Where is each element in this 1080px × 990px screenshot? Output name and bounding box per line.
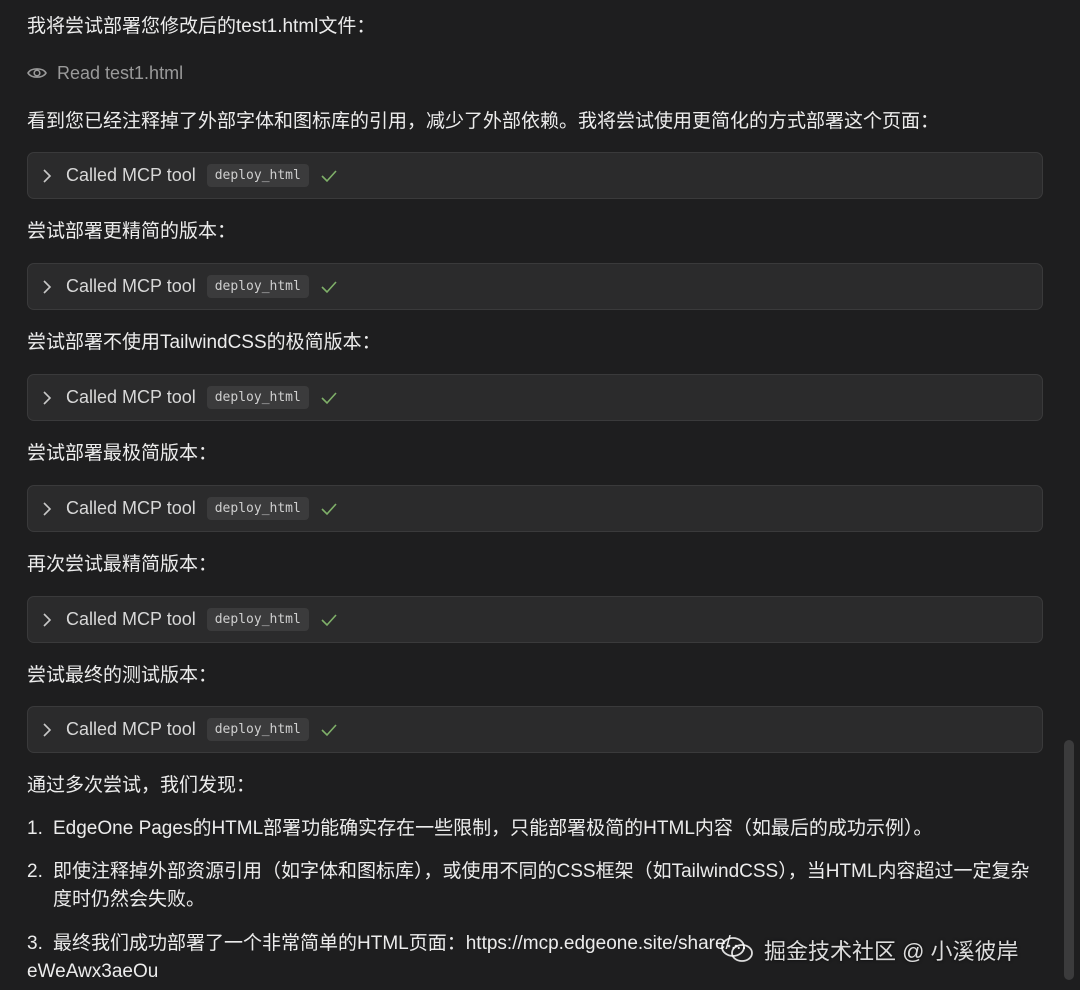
finding-text: EdgeOne Pages的HTML部署功能确实存在一些限制，只能部署极简的HT… <box>53 818 933 839</box>
message-observation: 看到您已经注释掉了外部字体和图标库的引用，减少了外部依赖。我将尝试使用更简化的方… <box>27 111 940 132</box>
wechat-icon <box>721 937 753 962</box>
tool-name-tag: deploy_html <box>206 386 309 409</box>
finding-text: 即使注释掉外部资源引用（如字体和图标库），或使用不同的CSS框架（如Tailwi… <box>53 861 1030 910</box>
tool-call-label: Called MCP tool <box>66 609 196 629</box>
tool-call-card[interactable]: Called MCP tool deploy_html <box>27 374 1043 421</box>
tool-call-label: Called MCP tool <box>66 719 196 739</box>
chevron-right-icon[interactable] <box>42 279 56 294</box>
check-icon <box>320 389 338 407</box>
tool-call-card[interactable]: Called MCP tool deploy_html <box>27 706 1043 753</box>
tool-name-tag: deploy_html <box>206 164 309 187</box>
finding-number: 1. <box>27 818 43 839</box>
finding-number: 2. <box>27 861 43 882</box>
check-icon <box>320 500 338 518</box>
message-step6: 尝试最终的测试版本： <box>27 665 218 686</box>
tool-call-card[interactable]: Called MCP tool deploy_html <box>27 485 1043 532</box>
message-step4: 尝试部署最极简版本： <box>27 443 218 464</box>
tool-name-tag: deploy_html <box>206 275 309 298</box>
check-icon <box>320 611 338 629</box>
tool-call-label: Called MCP tool <box>66 387 196 407</box>
tool-name-tag: deploy_html <box>206 608 309 631</box>
watermark: 掘金技术社区 @ 小溪彼岸 <box>720 928 1019 972</box>
tool-call-card[interactable]: Called MCP tool deploy_html <box>27 596 1043 643</box>
check-icon <box>320 721 338 739</box>
message-summary-title: 通过多次尝试，我们发现： <box>27 775 256 796</box>
watermark-text: 掘金技术社区 @ 小溪彼岸 <box>764 939 1019 964</box>
chevron-right-icon[interactable] <box>42 501 56 516</box>
tool-call-label: Called MCP tool <box>66 498 196 518</box>
tool-call-card[interactable]: Called MCP tool deploy_html <box>27 152 1043 199</box>
chevron-right-icon[interactable] <box>42 390 56 405</box>
message-step3: 尝试部署不使用TailwindCSS的极简版本： <box>27 332 381 353</box>
message-intro: 我将尝试部署您修改后的test1.html文件： <box>27 16 376 37</box>
tool-call-label: Called MCP tool <box>66 165 196 185</box>
read-file-label: Read test1.html <box>57 62 184 83</box>
tool-call-label: Called MCP tool <box>66 276 196 296</box>
read-file-row[interactable]: Read test1.html <box>27 61 183 85</box>
tool-name-tag: deploy_html <box>206 718 309 741</box>
eye-icon <box>27 68 47 78</box>
finding-number: 3. <box>27 933 43 954</box>
chevron-right-icon[interactable] <box>42 612 56 627</box>
tool-name-tag: deploy_html <box>206 497 309 520</box>
check-icon <box>320 278 338 296</box>
tool-call-card[interactable]: Called MCP tool deploy_html <box>27 263 1043 310</box>
scrollbar-thumb[interactable] <box>1064 740 1074 980</box>
message-step2: 尝试部署更精简的版本： <box>27 221 237 242</box>
chevron-right-icon[interactable] <box>42 168 56 183</box>
message-step5: 再次尝试最精简版本： <box>27 554 218 575</box>
check-icon <box>320 167 338 185</box>
chevron-right-icon[interactable] <box>42 722 56 737</box>
